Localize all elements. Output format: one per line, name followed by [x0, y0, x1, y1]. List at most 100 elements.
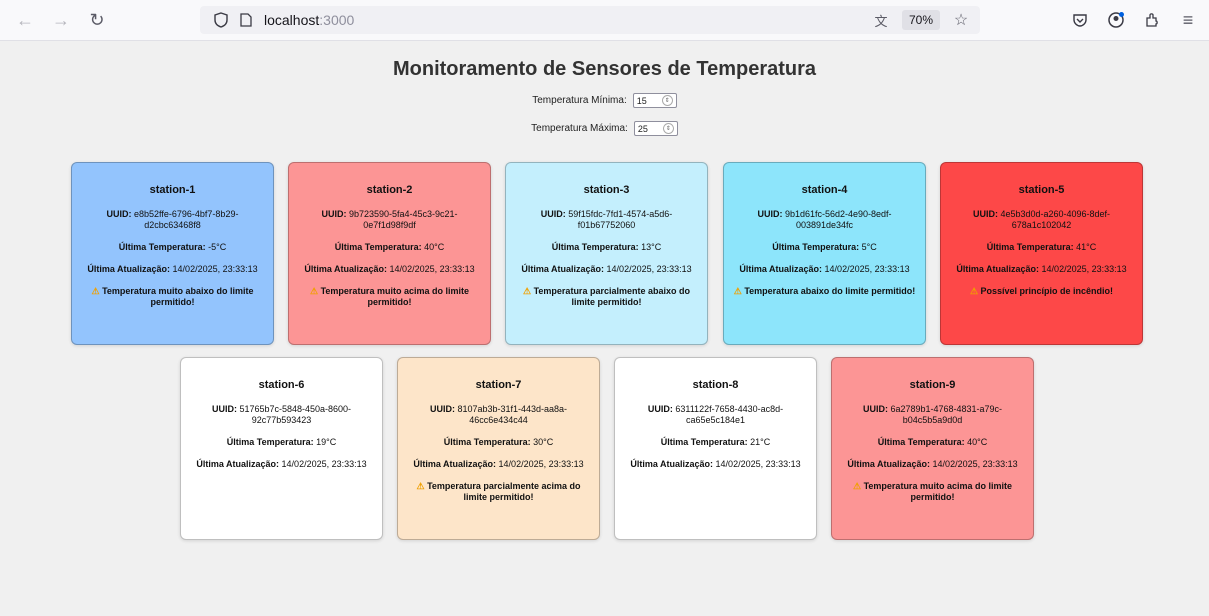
- station-uuid-value: e8b52ffe-6796-4bf7-8b29-d2cbc63468f8: [131, 209, 239, 230]
- station-last-update-value: 14/02/2025, 23:33:13: [930, 459, 1018, 469]
- station-last-update-label: Última Atualização:: [956, 264, 1040, 274]
- warning-icon: ⚠︎: [853, 481, 864, 491]
- station-name: station-8: [692, 379, 739, 391]
- warning-icon: ⚠︎: [969, 286, 981, 296]
- station-last-temperature: Última Temperatura: 40°C: [840, 437, 1025, 448]
- station-alert-text: Temperatura parcialmente acima do limite…: [427, 481, 581, 502]
- url-text[interactable]: localhost:3000: [264, 12, 354, 28]
- station-uuid-label: UUID:: [540, 209, 566, 219]
- station-uuid: UUID: 8107ab3b-31f1-443d-aa8a-46cc6e434c…: [406, 404, 591, 426]
- station-uuid-value: 9b1d61fc-56d2-4e90-8edf-003891de34fc: [782, 209, 892, 230]
- address-bar[interactable]: localhost:3000 文 70% ☆: [200, 6, 980, 34]
- station-uuid-label: UUID:: [862, 404, 888, 414]
- station-last-temperature-value: 13°C: [638, 242, 662, 252]
- station-alert-text: Temperatura parcialmente abaixo do limit…: [533, 286, 690, 307]
- station-uuid: UUID: 9b1d61fc-56d2-4e90-8edf-003891de34…: [732, 209, 917, 231]
- station-last-update: Última Atualização: 14/02/2025, 23:33:13: [297, 264, 482, 275]
- station-name: station-3: [583, 184, 630, 196]
- station-alert: ⚠︎ Temperatura muito acima do limite per…: [297, 286, 482, 308]
- station-last-update-value: 14/02/2025, 23:33:13: [822, 264, 910, 274]
- station-card: station-1 UUID: e8b52ffe-6796-4bf7-8b29-d…: [71, 162, 274, 345]
- station-card: station-6 UUID: 51765b7c-5848-450a-8600-9…: [180, 357, 383, 540]
- station-last-update: Última Atualização: 14/02/2025, 23:33:13: [189, 459, 374, 470]
- station-card: station-7 UUID: 8107ab3b-31f1-443d-aa8a-4…: [397, 357, 600, 540]
- translate-icon[interactable]: 文: [870, 9, 892, 31]
- station-last-update: Última Atualização: 14/02/2025, 23:33:13: [949, 264, 1134, 275]
- station-uuid-label: UUID:: [429, 404, 455, 414]
- station-uuid-value: 9b723590-5fa4-45c3-9c21-0e7f1d98f9df: [346, 209, 458, 230]
- station-last-update-label: Última Atualização:: [413, 459, 497, 469]
- zoom-level-button[interactable]: 70%: [901, 10, 940, 30]
- station-last-temperature-label: Última Temperatura:: [660, 437, 748, 447]
- station-last-update-value: 14/02/2025, 23:33:13: [713, 459, 801, 469]
- station-uuid: UUID: e8b52ffe-6796-4bf7-8b29-d2cbc63468…: [80, 209, 265, 231]
- min-temperature-input[interactable]: 15 ⇕: [632, 93, 677, 108]
- warning-icon: ⚠︎: [733, 286, 745, 296]
- station-last-temperature-label: Última Temperatura:: [118, 242, 206, 252]
- station-last-update-label: Última Atualização:: [630, 459, 714, 469]
- station-card: station-8 UUID: 6311122f-7658-4430-ac8d-c…: [614, 357, 817, 540]
- max-temperature-input[interactable]: 25 ⇕: [633, 121, 678, 136]
- station-last-update-value: 14/02/2025, 23:33:13: [1039, 264, 1127, 274]
- spinner-icon[interactable]: ⇕: [661, 95, 673, 106]
- station-uuid-label: UUID:: [321, 209, 347, 219]
- station-name: station-2: [366, 184, 413, 196]
- station-last-temperature-label: Última Temperatura:: [772, 242, 860, 252]
- station-name: station-7: [475, 379, 522, 391]
- station-alert: ⚠︎ Temperatura abaixo do limite permitid…: [732, 286, 917, 297]
- station-card: station-5 UUID: 4e5b3d0d-a260-4096-8def-6…: [940, 162, 1143, 345]
- extensions-icon[interactable]: [1141, 9, 1163, 31]
- station-uuid-label: UUID:: [647, 404, 673, 414]
- station-uuid-label: UUID:: [972, 209, 998, 219]
- station-alert-text: Possível princípio de incêndio!: [980, 286, 1114, 296]
- station-uuid-value: 6311122f-7658-4430-ac8d-ca65e5c184e1: [672, 404, 784, 425]
- max-temperature-value: 25: [637, 123, 648, 134]
- station-last-update-value: 14/02/2025, 23:33:13: [279, 459, 367, 469]
- station-last-update-label: Última Atualização:: [196, 459, 280, 469]
- station-name: station-5: [1018, 184, 1065, 196]
- station-last-temperature: Última Temperatura: 41°C: [949, 242, 1134, 253]
- warning-icon: ⚠︎: [416, 481, 428, 491]
- station-last-temperature-value: 30°C: [530, 437, 554, 447]
- pocket-icon[interactable]: [1069, 9, 1091, 31]
- station-last-update-value: 14/02/2025, 23:33:13: [604, 264, 692, 274]
- min-temperature-value: 15: [636, 95, 647, 106]
- station-card: station-9 UUID: 6a2789b1-4768-4831-a79c-b…: [831, 357, 1034, 540]
- min-temperature-control: Temperatura Mínima: 15 ⇕: [0, 93, 1209, 108]
- station-alert: ⚠︎ Temperatura parcialmente abaixo do li…: [514, 286, 699, 308]
- station-uuid-value: 8107ab3b-31f1-443d-aa8a-46cc6e434c44: [454, 404, 568, 425]
- station-name: station-1: [149, 184, 196, 196]
- station-uuid-value: 59f15fdc-7fd1-4574-a5d6-f01b67752060: [565, 209, 673, 230]
- station-uuid: UUID: 6a2789b1-4768-4831-a79c-b04c5b5a9d…: [840, 404, 1025, 426]
- station-alert-text: Temperatura muito abaixo do limite permi…: [102, 286, 254, 307]
- station-uuid: UUID: 59f15fdc-7fd1-4574-a5d6-f01b677520…: [514, 209, 699, 231]
- station-last-update: Última Atualização: 14/02/2025, 23:33:13: [623, 459, 808, 470]
- station-last-update-value: 14/02/2025, 23:33:13: [170, 264, 258, 274]
- station-last-update: Última Atualização: 14/02/2025, 23:33:13: [840, 459, 1025, 470]
- station-uuid-label: UUID:: [106, 209, 132, 219]
- station-last-update-label: Última Atualização:: [87, 264, 171, 274]
- station-uuid-label: UUID:: [757, 209, 783, 219]
- station-last-temperature-label: Última Temperatura:: [334, 242, 422, 252]
- station-last-update-label: Última Atualização:: [521, 264, 605, 274]
- reload-icon[interactable]: ↻: [86, 9, 108, 31]
- station-last-temperature-value: 21°C: [747, 437, 771, 447]
- forward-arrow-icon[interactable]: →: [50, 9, 72, 31]
- station-uuid-label: UUID:: [211, 404, 237, 414]
- station-last-update-label: Última Atualização:: [739, 264, 823, 274]
- station-uuid-value: 51765b7c-5848-450a-8600-92c77b593423: [236, 404, 352, 425]
- station-alert: ⚠︎ Possível princípio de incêndio!: [949, 286, 1134, 297]
- back-arrow-icon[interactable]: ←: [14, 9, 36, 31]
- station-uuid: UUID: 51765b7c-5848-450a-8600-92c77b5934…: [189, 404, 374, 426]
- account-icon[interactable]: [1105, 9, 1127, 31]
- min-temperature-label: Temperatura Mínima:: [532, 95, 627, 106]
- station-last-update: Última Atualização: 14/02/2025, 23:33:13: [406, 459, 591, 470]
- station-last-temperature: Última Temperatura: 13°C: [514, 242, 699, 253]
- page-icon[interactable]: [238, 12, 254, 28]
- station-last-temperature-value: 5°C: [859, 242, 877, 252]
- spinner-icon[interactable]: ⇕: [662, 123, 674, 134]
- shield-icon[interactable]: [212, 11, 230, 29]
- menu-icon[interactable]: ≡: [1177, 9, 1199, 31]
- station-uuid-value: 4e5b3d0d-a260-4096-8def-678a1c102042: [997, 209, 1111, 230]
- bookmark-star-icon[interactable]: ☆: [950, 9, 972, 31]
